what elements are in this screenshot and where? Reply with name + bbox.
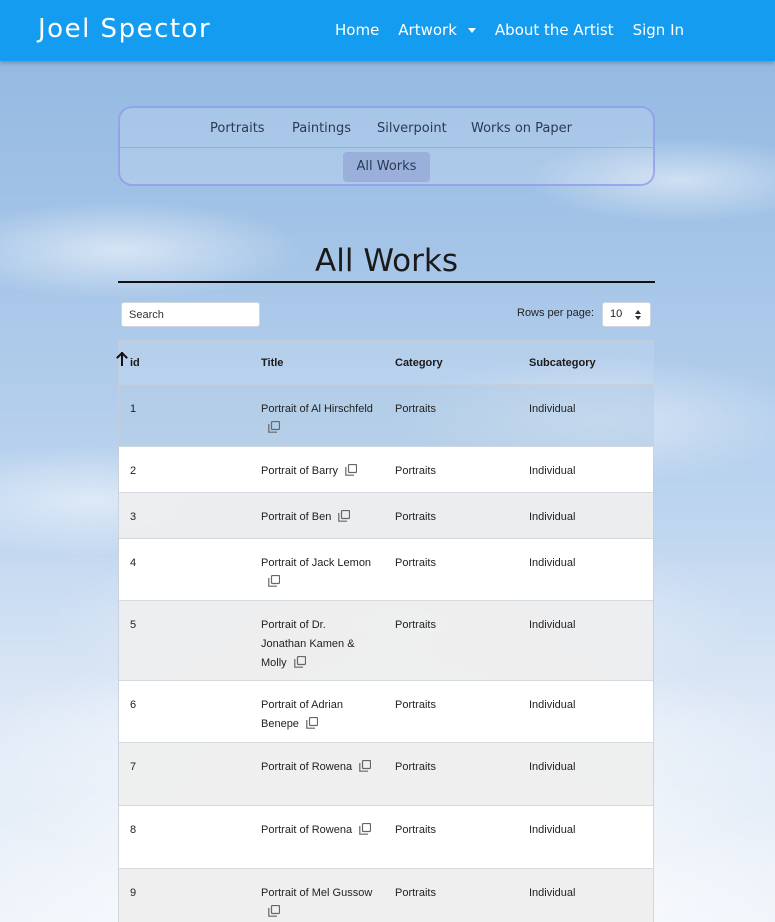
category-tabs: Portraits Paintings Silverpoint Works on… [118,106,655,186]
nav-about-label: About the Artist [494,21,614,39]
cell-subcategory: Individual [529,465,576,477]
cell-id: 1 [130,403,137,415]
navbar: Joel Spector Home Artwork About the Arti… [0,0,775,61]
cell-category: Portraits [395,824,436,836]
rows-per-page-select[interactable]: 10 [602,302,651,327]
cell-title: Portrait of Ben [261,508,373,527]
nav-about-link[interactable]: About the Artist [495,21,614,39]
cell-title: Portrait of Jack Lemon [261,554,373,592]
cell-subcategory: Individual [529,761,576,773]
cell-id: 7 [130,761,137,773]
cell-id: 3 [130,511,137,523]
cell-id: 5 [130,619,137,631]
copy-icon[interactable] [268,905,280,917]
copy-icon[interactable] [268,575,280,587]
copy-icon[interactable] [359,760,372,772]
cell-id: 4 [130,557,137,569]
cell-id: 6 [130,699,137,711]
copy-icon[interactable] [293,656,306,668]
cell-title: Portrait of Adrian Benepe [261,696,373,734]
cell-id: 9 [130,887,137,899]
column-header-subcategory[interactable]: Subcategory [529,357,596,369]
cell-title-text: Portrait of Al Hirschfeld [261,403,373,415]
cell-title-text: Portrait of Jack Lemon [261,557,372,569]
cell-category: Portraits [395,887,436,899]
copy-icon[interactable] [359,823,372,835]
works-table: id Title Category Subcategory 1 Portrait … [116,340,654,922]
table-row[interactable]: 1 Portrait of Al Hirschfeld Portraits Indiv… [119,385,653,447]
nav-artwork-dropdown[interactable]: Artwork [398,21,476,39]
table-header: id Title Category Subcategory [116,340,653,385]
cell-title-text: Portrait of Rowena [261,824,353,836]
cell-title: Portrait of Rowena [261,821,373,840]
table-body: 1 Portrait of Al Hirschfeld Portraits Indiv… [119,385,653,922]
cell-subcategory: Individual [529,403,576,415]
rows-per-page-value: 10 [610,308,623,320]
table-row[interactable]: 4 Portrait of Jack Lemon Portraits Individu… [119,539,653,601]
cell-category: Portraits [395,557,436,569]
nav-home-link[interactable]: Home [335,21,379,39]
cell-title-text: Portrait of Rowena [261,761,353,773]
tab-all-works[interactable]: All Works [343,152,430,182]
copy-icon[interactable] [306,717,318,729]
cell-subcategory: Individual [529,699,576,711]
cell-title-text: Portrait of Mel Gussow [261,887,373,899]
rows-per-page-label: Rows per page: [517,307,595,319]
caret-down-icon [467,28,476,33]
nav-links: Home Artwork About the Artist Sign In [335,21,703,39]
cell-category: Portraits [395,761,436,773]
arrow-up-icon[interactable] [116,351,128,366]
table-row[interactable]: 2 Portrait of Barry Portraits Individual [119,447,653,493]
cell-title-text: Portrait of Adrian Benepe [261,699,343,730]
table-row[interactable]: 8 Portrait of Rowena Portraits Individual [119,806,653,869]
nav-signin-label: Sign In [632,21,685,39]
cell-title: Portrait of Dr. Jonathan Kamen & Molly [261,616,373,673]
tab-paintings[interactable]: Paintings [292,121,351,136]
cell-id: 2 [130,465,137,477]
cell-subcategory: Individual [529,557,576,569]
nav-home-label: Home [335,21,380,39]
page-title: All Works [315,243,458,279]
cell-id: 8 [130,824,137,836]
tab-portraits[interactable]: Portraits [210,121,265,136]
cell-subcategory: Individual [529,511,576,523]
cell-subcategory: Individual [529,824,576,836]
cell-title: Portrait of Mel Gussow [261,884,373,922]
cell-title-text: Portrait of Ben [261,511,332,523]
cell-title: Portrait of Barry [261,462,373,481]
copy-icon[interactable] [338,510,351,522]
cell-subcategory: Individual [529,887,576,899]
tab-silverpoint[interactable]: Silverpoint [377,121,447,136]
cell-category: Portraits [395,403,436,415]
cell-title-text: Portrait of Barry [261,465,339,477]
cell-title: Portrait of Rowena [261,758,373,777]
cell-category: Portraits [395,699,436,711]
column-header-title[interactable]: Title [261,357,283,369]
column-header-category[interactable]: Category [395,357,443,369]
table-row[interactable]: 6 Portrait of Adrian Benepe Portraits Indiv… [119,681,653,743]
nav-signin-link[interactable]: Sign In [633,21,684,39]
column-header-id[interactable]: id [130,357,140,369]
cell-title-text: Portrait of Dr. Jonathan Kamen & Molly [261,619,355,669]
copy-icon[interactable] [268,421,280,433]
copy-icon[interactable] [345,464,358,476]
table-row[interactable]: 3 Portrait of Ben Portraits Individual [119,493,653,539]
search-input[interactable] [121,302,260,327]
cell-category: Portraits [395,511,436,523]
table-row[interactable]: 7 Portrait of Rowena Portraits Individual [119,743,653,806]
cell-category: Portraits [395,465,436,477]
brand-logo[interactable]: Joel Spector [38,14,211,44]
title-divider [118,281,655,283]
tab-works-on-paper[interactable]: Works on Paper [471,121,572,136]
table-row[interactable]: 9 Portrait of Mel Gussow Portraits Individu… [119,869,653,922]
table-row[interactable]: 5 Portrait of Dr. Jonathan Kamen & Molly P… [119,601,653,681]
cell-subcategory: Individual [529,619,576,631]
select-arrows-icon [635,310,641,320]
cell-category: Portraits [395,619,436,631]
nav-artwork-label: Artwork [398,21,457,39]
cell-title: Portrait of Al Hirschfeld [261,400,373,438]
category-tabs-row: Portraits Paintings Silverpoint Works on… [120,108,653,148]
